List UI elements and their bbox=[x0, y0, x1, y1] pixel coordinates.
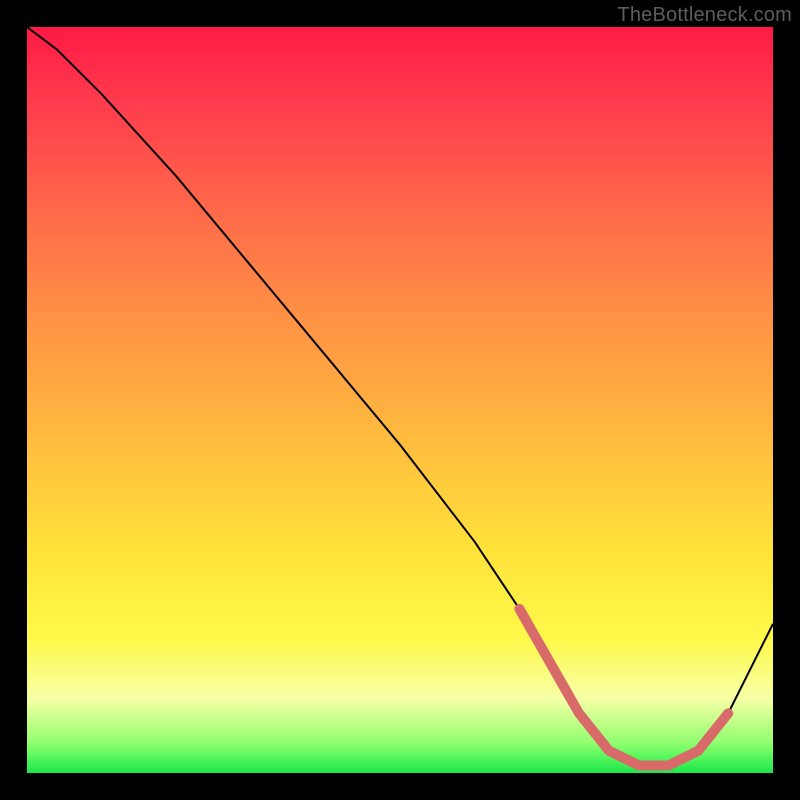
curve-svg bbox=[27, 27, 773, 773]
bottleneck-curve-path bbox=[27, 27, 773, 766]
optimal-range-highlight bbox=[519, 609, 728, 766]
watermark-text: TheBottleneck.com bbox=[617, 4, 792, 27]
chart-frame: TheBottleneck.com bbox=[0, 0, 800, 800]
plot-area bbox=[27, 27, 773, 773]
